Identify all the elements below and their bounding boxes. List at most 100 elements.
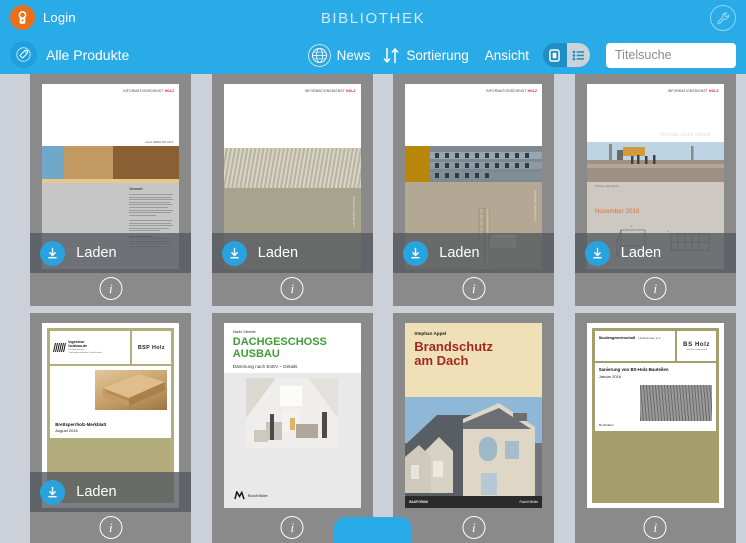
- download-icon: [584, 240, 610, 266]
- download-label: Laden: [76, 245, 117, 261]
- cover-photo: [223, 148, 361, 188]
- download-label: Laden: [439, 245, 480, 261]
- cover-main-panel: Sanierung von BS-Holz-Bauteilen Januar 2…: [594, 363, 716, 431]
- info-label: i: [108, 519, 113, 535]
- info-icon[interactable]: i: [462, 277, 486, 300]
- all-products-label: Alle Produkte: [46, 46, 130, 63]
- cover-date: stand FEBRUAR 2016: [145, 140, 174, 144]
- publisher-mark: INFORMATIONSDIENST HOLZ: [486, 89, 538, 93]
- book-cover: Martin Gieseler DACHGESCHOSS AUSBAU Dämm…: [223, 323, 361, 508]
- book-card[interactable]: INFORMATIONSDIENST HOLZ holzbau statik a…: [574, 74, 736, 306]
- publisher-logo: Rudolf Müller: [234, 491, 268, 500]
- download-icon: [403, 240, 429, 266]
- cover-photo: [245, 378, 338, 448]
- sort-updown-icon: [382, 46, 400, 65]
- download-icon: [40, 240, 66, 266]
- download-icon: [221, 240, 247, 266]
- studiengemeinschaft-logo: Studiengemeinschaft Holzleimbau e.V.: [594, 331, 676, 361]
- ingenieurholzbau-logo: Ingenieur holzbau.de Die Initiative der …: [50, 331, 130, 364]
- view-label: Ansicht: [484, 47, 529, 63]
- svg-text:a: a: [631, 225, 633, 228]
- cover-photo: [42, 146, 180, 179]
- toolbar-actions: News Sortierung Ansicht: [307, 36, 736, 74]
- card-view-icon[interactable]: [543, 43, 567, 67]
- book-cover: Studiengemeinschaft Holzleimbau e.V. BS …: [586, 323, 724, 508]
- page-title: BIBLIOTHEK: [320, 9, 426, 27]
- book-grid: INFORMATIONSDIENST HOLZ stand FEBRUAR 20…: [0, 74, 746, 543]
- info-icon[interactable]: i: [643, 277, 667, 300]
- cover-photo: [639, 385, 712, 421]
- info-icon[interactable]: i: [99, 277, 123, 300]
- news-globe-icon: [307, 43, 331, 67]
- info-label: i: [471, 519, 476, 535]
- info-label: i: [108, 280, 113, 296]
- sort-button[interactable]: Sortierung: [382, 46, 469, 65]
- book-card[interactable]: Studiengemeinschaft Holzleimbau e.V. BS …: [574, 313, 736, 543]
- publisher-mark: INFORMATIONSDIENST HOLZ: [123, 89, 175, 93]
- cover-kicker: holzbau statik aktuell 03: [660, 132, 718, 138]
- book-card[interactable]: INFORMATIONSDIENST HOLZ stand FEBRUAR 20…: [30, 74, 192, 306]
- info-icon[interactable]: i: [643, 516, 667, 539]
- book-card[interactable]: Stephan Appel Brandschutz am Dach BAUFOR…: [393, 313, 555, 543]
- view-mode-toggle[interactable]: [543, 43, 590, 67]
- download-button[interactable]: Laden: [30, 472, 192, 512]
- search-field[interactable]: [606, 42, 736, 68]
- download-button[interactable]: Laden: [393, 233, 555, 273]
- search-input[interactable]: [615, 48, 727, 62]
- cover-logos: Studiengemeinschaft Holzleimbau e.V. BS …: [594, 331, 716, 361]
- cover-photo: [95, 370, 168, 410]
- top-header-bar: Login BIBLIOTHEK: [0, 0, 746, 36]
- cover-header: Stephan Appel Brandschutz am Dach: [405, 323, 543, 397]
- download-button[interactable]: Laden: [574, 233, 736, 273]
- info-icon[interactable]: i: [99, 516, 123, 539]
- bibliothek-app: Login BIBLIOTHEK Alle Produkte News Sort…: [0, 0, 746, 543]
- info-label: i: [653, 280, 658, 296]
- cover-caption: Merkblätter: [598, 423, 614, 427]
- book-date: November 2016: [594, 208, 640, 215]
- download-button[interactable]: Laden: [30, 233, 192, 273]
- info-icon[interactable]: i: [462, 516, 486, 539]
- cover-side-note: holzbau handbuch: [533, 190, 538, 221]
- info-label: i: [290, 280, 295, 296]
- tag-icon: [10, 41, 37, 68]
- cover-photo: [405, 146, 543, 182]
- bottom-action-pill[interactable]: [334, 517, 412, 543]
- book-cover: Stephan Appel Brandschutz am Dach BAUFOR…: [405, 323, 543, 508]
- publisher-footer: BAUFORUM Rudolf Müller: [405, 496, 543, 508]
- news-button[interactable]: News: [307, 43, 371, 67]
- news-label: News: [336, 47, 371, 63]
- info-label: i: [290, 519, 295, 535]
- cover-photo: [405, 397, 543, 508]
- book-card[interactable]: Ingenieur holzbau.de Die Initiative der …: [30, 313, 192, 543]
- wrench-icon[interactable]: [710, 5, 736, 31]
- download-label: Laden: [620, 245, 662, 261]
- book-card[interactable]: INFORMATIONSDIENST HOLZ Nagelplattenkons…: [211, 74, 373, 306]
- toolbar: Alle Produkte News Sortierung Ansicht Ti…: [0, 36, 746, 74]
- cover-caption: Brettsperrholz-Merkblatt August 2016: [55, 422, 107, 433]
- info-icon[interactable]: i: [280, 516, 304, 539]
- cover-logos: Ingenieur holzbau.de Die Initiative der …: [50, 331, 172, 364]
- info-icon[interactable]: i: [280, 277, 304, 300]
- book-subtitle: Dämmung nach EnEV – Details: [232, 364, 298, 369]
- cover-side-note: holzbau handbuch: [351, 196, 356, 227]
- book-card[interactable]: Martin Gieseler DACHGESCHOSS AUSBAU Dämm…: [211, 313, 373, 543]
- publisher-mark: INFORMATIONSDIENST HOLZ: [667, 89, 719, 93]
- book-title: DACHGESCHOSS AUSBAU: [232, 336, 327, 360]
- bs-holz-logo: BS Holz natürlich faszinierend: [677, 331, 716, 361]
- info-label: i: [471, 280, 476, 296]
- download-label: Laden: [76, 484, 117, 500]
- download-button[interactable]: Laden: [211, 233, 373, 273]
- book-card[interactable]: INFORMATIONSDIENST HOLZ holzbau handbuch…: [393, 74, 555, 306]
- download-label: Laden: [257, 245, 299, 261]
- book-author: Martin Gieseler: [232, 330, 256, 334]
- cover-main-panel: Brettsperrholz-Merkblatt August 2016: [50, 366, 172, 438]
- cover-photo: [586, 142, 724, 182]
- list-view-icon[interactable]: [566, 43, 590, 67]
- sort-label: Sortierung: [406, 47, 469, 63]
- column-heading: Vorwort: [129, 187, 143, 191]
- all-products-filter[interactable]: Alle Produkte: [10, 41, 129, 68]
- bsp-holz-logo: BSP Holz: [131, 331, 172, 364]
- book-author: Stephan Appel: [414, 331, 447, 336]
- publisher-mark: INFORMATIONSDIENST HOLZ: [304, 89, 356, 93]
- cover-micro-line: holzbau statik aktuell: [594, 185, 619, 188]
